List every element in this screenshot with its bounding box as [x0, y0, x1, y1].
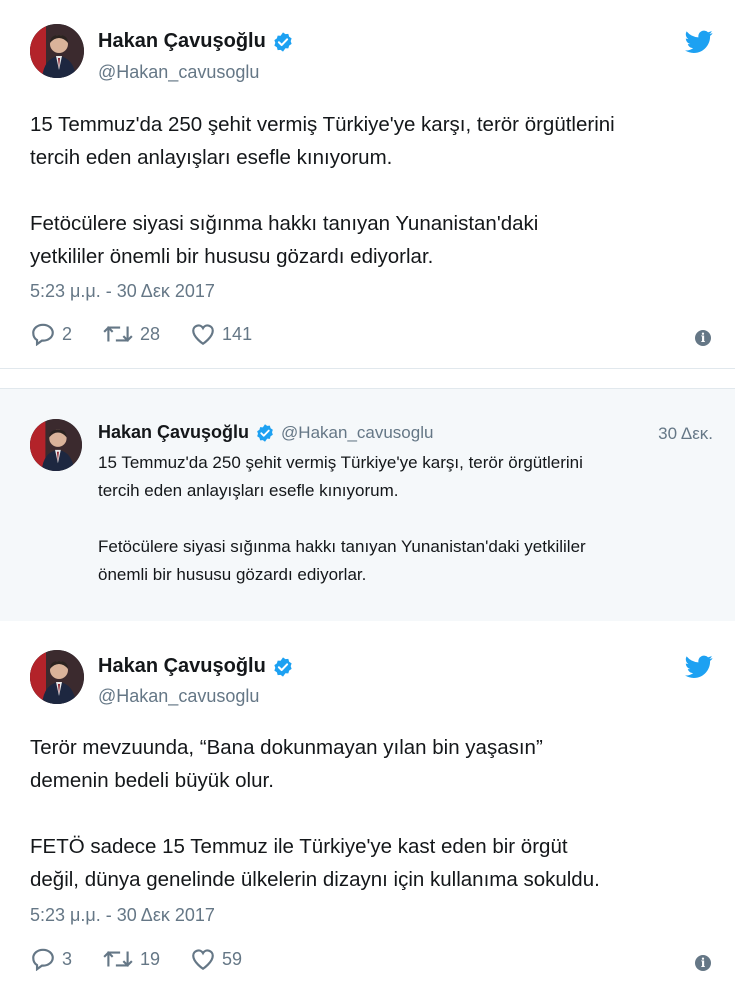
- twitter-bird-icon[interactable]: [685, 655, 713, 679]
- retweet-icon: [103, 326, 133, 342]
- reply-button[interactable]: 2: [30, 322, 72, 346]
- text-line: 15 Temmuz'da 250 şehit vermiş Türkiye'ye…: [98, 453, 583, 472]
- tweet-actions: 3 19 59: [30, 947, 272, 971]
- verified-badge-icon: [274, 656, 292, 677]
- paragraph: 15 Temmuz'da 250 şehit vermiş Türkiye'ye…: [30, 108, 615, 174]
- retweet-count: 19: [140, 948, 161, 969]
- like-button[interactable]: 141: [190, 322, 252, 346]
- like-count: 141: [222, 323, 253, 344]
- avatar[interactable]: [30, 650, 84, 704]
- tweet-embed-1: Hakan Çavuşoğlu @Hakan_cavusoglu 15 Temm…: [0, 0, 735, 369]
- like-button[interactable]: 59: [190, 947, 242, 971]
- author-name[interactable]: Hakan Çavuşoğlu: [98, 655, 294, 678]
- author-name[interactable]: Hakan Çavuşoğlu @Hakan_cavusoglu: [98, 422, 433, 443]
- author-name-text[interactable]: Hakan Çavuşoğlu: [98, 30, 266, 53]
- author-name-text[interactable]: Hakan Çavuşoğlu: [98, 655, 266, 678]
- reply-button[interactable]: 3: [30, 947, 72, 971]
- tweet-text: Terör mevzuunda, “Bana dokunmayan yılan …: [30, 731, 600, 896]
- tweet-embed-2: Hakan Çavuşoğlu @Hakan_cavusoglu Terör m…: [0, 621, 735, 1007]
- reply-date[interactable]: 30 Δεκ.: [658, 424, 713, 444]
- verified-badge-icon: [257, 423, 273, 442]
- paragraph: Fetöcülere siyasi sığınma hakkı tanıyan …: [98, 533, 586, 589]
- retweet-icon: [103, 951, 133, 967]
- tweet-timestamp[interactable]: 5:23 μ.μ. - 30 Δεκ 2017: [30, 905, 215, 926]
- text-line: FETÖ sadece 15 Temmuz ile Türkiye'ye kas…: [30, 835, 568, 858]
- reply-count: 3: [62, 948, 73, 969]
- tweet-actions: 2 28 141: [30, 322, 282, 346]
- heart-icon: [192, 949, 214, 971]
- author-name[interactable]: Hakan Çavuşoğlu: [98, 30, 294, 53]
- paragraph: Fetöcülere siyasi sığınma hakkı tanıyan …: [30, 207, 615, 273]
- info-icon[interactable]: i: [695, 955, 711, 971]
- text-line: Terör mevzuunda, “Bana dokunmayan yılan …: [30, 736, 543, 759]
- retweet-button[interactable]: 28: [102, 322, 160, 346]
- author-name-text[interactable]: Hakan Çavuşoğlu: [98, 422, 249, 443]
- like-count: 59: [222, 948, 243, 969]
- text-line: değil, dünya genelinde ülkelerin dizaynı…: [30, 868, 600, 891]
- author-handle[interactable]: @Hakan_cavusoglu: [98, 686, 259, 707]
- author-handle[interactable]: @Hakan_cavusoglu: [281, 423, 433, 443]
- paragraph: FETÖ sadece 15 Temmuz ile Türkiye'ye kas…: [30, 830, 600, 896]
- text-line: tercih eden anlayışları esefle kınıyorum…: [98, 481, 399, 500]
- reply-count: 2: [62, 323, 73, 344]
- text-line: tercih eden anlayışları esefle kınıyorum…: [30, 146, 393, 169]
- retweet-count: 28: [140, 323, 161, 344]
- twitter-bird-icon[interactable]: [685, 30, 713, 54]
- text-line: Fetöcülere siyasi sığınma hakkı tanıyan …: [98, 537, 586, 556]
- info-icon[interactable]: i: [695, 330, 711, 346]
- tweet-text: 15 Temmuz'da 250 şehit vermiş Türkiye'ye…: [30, 108, 615, 273]
- retweet-button[interactable]: 19: [102, 947, 160, 971]
- tweet-timestamp[interactable]: 5:23 μ.μ. - 30 Δεκ 2017: [30, 281, 215, 302]
- text-line: 15 Temmuz'da 250 şehit vermiş Türkiye'ye…: [30, 113, 615, 136]
- paragraph: 15 Temmuz'da 250 şehit vermiş Türkiye'ye…: [98, 449, 586, 505]
- author-handle[interactable]: @Hakan_cavusoglu: [98, 62, 259, 83]
- avatar[interactable]: [30, 419, 82, 471]
- reply-icon: [32, 948, 54, 971]
- heart-icon: [192, 324, 214, 346]
- avatar[interactable]: [30, 24, 84, 78]
- in-reply-to-card[interactable]: Hakan Çavuşoğlu @Hakan_cavusoglu 30 Δεκ.…: [0, 388, 735, 622]
- reply-icon: [32, 323, 54, 346]
- paragraph: Terör mevzuunda, “Bana dokunmayan yılan …: [30, 731, 600, 797]
- text-line: Fetöcülere siyasi sığınma hakkı tanıyan …: [30, 212, 539, 235]
- text-line: önemli bir hususu gözardı ediyorlar.: [98, 565, 367, 584]
- text-line: yetkililer önemli bir hususu gözardı edi…: [30, 245, 434, 268]
- reply-text: 15 Temmuz'da 250 şehit vermiş Türkiye'ye…: [98, 449, 586, 589]
- text-line: demenin bedeli büyük olur.: [30, 769, 274, 792]
- verified-badge-icon: [274, 31, 292, 52]
